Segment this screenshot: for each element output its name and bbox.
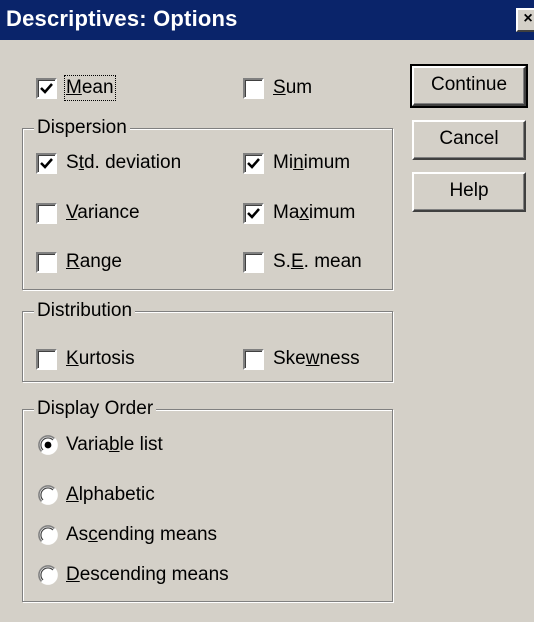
maximum-checkbox[interactable]	[243, 203, 264, 224]
minimum-checkbox[interactable]	[243, 153, 264, 174]
mean-label[interactable]: Mean	[64, 75, 116, 101]
mean-checkbox[interactable]	[36, 78, 57, 99]
checkmark-icon	[40, 83, 53, 94]
dispersion-title: Dispersion	[34, 117, 130, 139]
cancel-button[interactable]: Cancel	[412, 120, 526, 160]
display-order-title: Display Order	[34, 398, 157, 420]
range-checkbox[interactable]	[36, 252, 57, 273]
continue-button[interactable]: Continue	[410, 64, 528, 108]
checkmark-icon	[247, 208, 260, 219]
kurtosis-label[interactable]: Kurtosis	[66, 348, 135, 370]
distribution-title: Distribution	[34, 300, 136, 322]
descriptives-options-dialog: Descriptives: Options × Mean Sum Dispers…	[0, 0, 534, 622]
radio-ascending-means[interactable]	[38, 525, 58, 545]
sum-label[interactable]: Sum	[273, 77, 312, 99]
close-button[interactable]: ×	[516, 8, 534, 32]
minimum-label[interactable]: Minimum	[273, 152, 350, 174]
variance-label[interactable]: Variance	[66, 202, 140, 224]
window-title: Descriptives: Options	[6, 6, 238, 31]
kurtosis-checkbox[interactable]	[36, 349, 57, 370]
help-button[interactable]: Help	[412, 172, 526, 212]
radio-descending-means[interactable]	[38, 565, 58, 585]
sum-checkbox[interactable]	[243, 78, 264, 99]
radio-label-descending-means[interactable]: Descending means	[66, 564, 229, 586]
maximum-label[interactable]: Maximum	[273, 202, 355, 224]
variance-checkbox[interactable]	[36, 203, 57, 224]
skewness-checkbox[interactable]	[243, 349, 264, 370]
radio-alphabetic[interactable]	[38, 485, 58, 505]
title-bar[interactable]: Descriptives: Options ×	[0, 0, 534, 40]
se-mean-checkbox[interactable]	[243, 252, 264, 273]
range-label[interactable]: Range	[66, 251, 122, 273]
radio-label-ascending-means[interactable]: Ascending means	[66, 524, 217, 546]
radio-variable-list[interactable]	[38, 435, 58, 455]
checkmark-icon	[247, 158, 260, 169]
checkmark-icon	[40, 158, 53, 169]
std-deviation-checkbox[interactable]	[36, 153, 57, 174]
std-deviation-label[interactable]: Std. deviation	[66, 152, 181, 174]
close-icon: ×	[523, 10, 533, 27]
skewness-label[interactable]: Skewness	[273, 348, 360, 370]
radio-label-alphabetic[interactable]: Alphabetic	[66, 484, 155, 506]
radio-label-variable-list[interactable]: Variable list	[66, 434, 163, 456]
se-mean-label[interactable]: S.E. mean	[273, 251, 362, 273]
